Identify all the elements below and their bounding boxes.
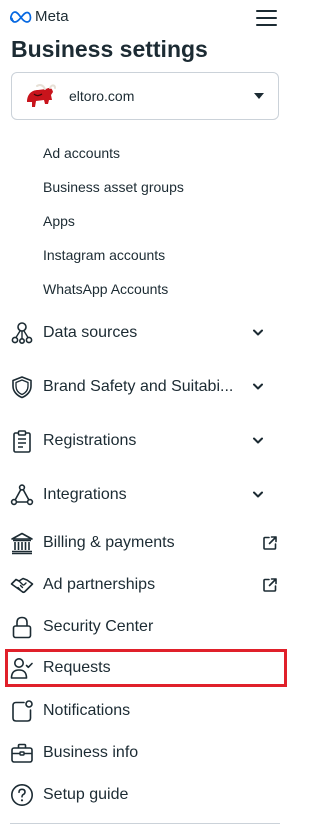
nav-label: Integrations [43, 486, 127, 503]
nav-item-notifications[interactable]: Notifications [0, 695, 292, 727]
subitem-whatsapp-accounts[interactable]: WhatsApp Accounts [43, 281, 168, 297]
nav-label: Notifications [43, 702, 131, 719]
nav-item-setup-guide[interactable]: Setup guide [0, 779, 292, 811]
nav-label: Security Center [43, 618, 154, 635]
lock-icon [12, 616, 32, 639]
nav-item-ad-partnerships[interactable]: Ad partnerships [0, 569, 292, 601]
nav-item-billing-payments[interactable]: Billing & payments [0, 527, 292, 559]
data-sources-icon [11, 322, 33, 344]
nav-label: Billing & payments [43, 534, 175, 551]
external-link-icon [263, 536, 277, 550]
nav-item-business-info[interactable]: Business info [0, 737, 292, 769]
caret-down-icon [254, 93, 264, 99]
chevron-down-icon [253, 329, 263, 336]
nav-label: Data sources [43, 324, 138, 341]
nav-label: Business info [43, 744, 139, 761]
subitem-instagram-accounts[interactable]: Instagram accounts [43, 247, 165, 263]
notification-icon [12, 700, 33, 722]
business-name: eltoro.com [69, 88, 135, 104]
meta-infinity-icon [10, 10, 32, 23]
nav-label: Brand Safety and Suitabi... [43, 378, 234, 395]
external-link-icon [263, 578, 277, 592]
subitem-business-asset-groups[interactable]: Business asset groups [43, 179, 184, 195]
top-bar: Meta [0, 0, 292, 34]
nav-item-registrations[interactable]: Registrations [0, 425, 292, 457]
bank-icon [11, 532, 33, 555]
briefcase-icon [11, 743, 33, 763]
nav-item-data-sources[interactable]: Data sources [0, 317, 292, 349]
nav-item-requests[interactable]: Requests [0, 652, 292, 684]
clipboard-icon [13, 430, 31, 453]
shield-icon [12, 376, 32, 399]
meta-logo[interactable]: Meta [10, 8, 69, 25]
business-selector[interactable]: eltoro.com [11, 72, 279, 120]
hamburger-menu-icon[interactable] [256, 9, 277, 26]
page-title: Business settings [11, 36, 208, 62]
chevron-down-icon [253, 383, 263, 390]
nav-item-integrations[interactable]: Integrations [0, 479, 292, 511]
nav-label: Requests [43, 659, 111, 676]
business-avatar [24, 80, 56, 112]
help-circle-icon [11, 784, 33, 806]
nav-label: Ad partnerships [43, 576, 156, 593]
integrations-icon [10, 484, 34, 506]
nav-label: Registrations [43, 432, 137, 449]
nav-item-brand-safety[interactable]: Brand Safety and Suitabi... [0, 371, 292, 403]
nav-label: Setup guide [43, 786, 129, 803]
chevron-down-icon [253, 491, 263, 498]
divider [10, 823, 280, 824]
person-check-icon [10, 658, 33, 679]
subitem-apps[interactable]: Apps [43, 213, 75, 229]
meta-wordmark: Meta [35, 8, 69, 25]
subitem-ad-accounts[interactable]: Ad accounts [43, 145, 120, 161]
handshake-icon [10, 577, 34, 594]
chevron-down-icon [253, 437, 263, 444]
nav-item-security-center[interactable]: Security Center [0, 611, 292, 643]
